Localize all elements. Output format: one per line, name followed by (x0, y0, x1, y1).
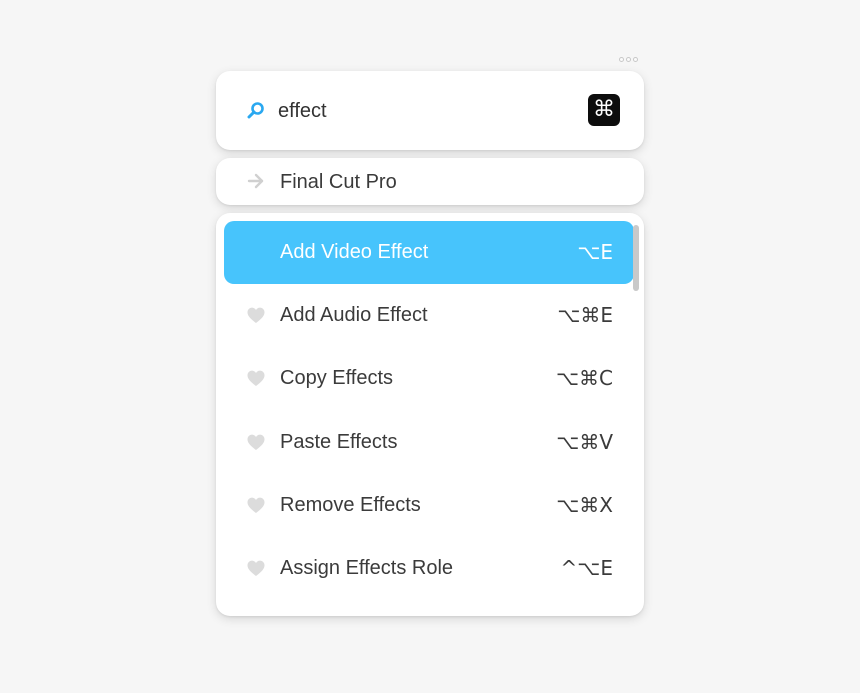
command-shortcut: ^⌥E (560, 556, 613, 580)
heart-icon[interactable] (247, 370, 265, 387)
command-row-add-audio-effect[interactable]: Add Audio Effect ⌥⌘E (224, 284, 634, 347)
command-shortcut: ⌥⌘V (556, 430, 613, 454)
command-row-add-video-effect[interactable]: Add Video Effect ⌥E (224, 221, 634, 284)
command-row-paste-effects[interactable]: Paste Effects ⌥⌘V (224, 411, 634, 474)
dot (626, 57, 631, 62)
arrow-right-icon (247, 173, 264, 189)
search-input[interactable]: effect (278, 98, 327, 124)
command-label: Add Video Effect (280, 241, 429, 263)
command-shortcut: ⌥E (577, 240, 613, 264)
command-row-copy-effects[interactable]: Copy Effects ⌥⌘C (224, 347, 634, 410)
heart-icon[interactable] (247, 497, 265, 514)
command-label: Remove Effects (280, 494, 421, 516)
scrollbar-thumb[interactable] (633, 225, 639, 291)
dot (633, 57, 638, 62)
search-icon (247, 102, 264, 119)
dot (619, 57, 624, 62)
command-key-icon: ⌘ (588, 94, 620, 126)
heart-icon[interactable] (247, 434, 265, 451)
heart-icon[interactable] (247, 560, 265, 577)
app-context-label: Final Cut Pro (280, 171, 397, 193)
command-shortcut: ⌥⌘C (555, 366, 613, 390)
window-menu-dots[interactable] (619, 57, 638, 62)
command-row-assign-effects-role[interactable]: Assign Effects Role ^⌥E (224, 537, 634, 600)
command-row-remove-effects[interactable]: Remove Effects ⌥⌘X (224, 474, 634, 537)
command-label: Add Audio Effect (280, 304, 428, 326)
heart-icon[interactable] (247, 307, 265, 324)
command-label: Paste Effects (280, 431, 398, 453)
command-shortcut: ⌥⌘E (557, 303, 613, 327)
command-shortcut: ⌥⌘X (556, 493, 613, 517)
command-label: Assign Effects Role (280, 557, 454, 579)
command-label: Copy Effects (280, 367, 394, 389)
